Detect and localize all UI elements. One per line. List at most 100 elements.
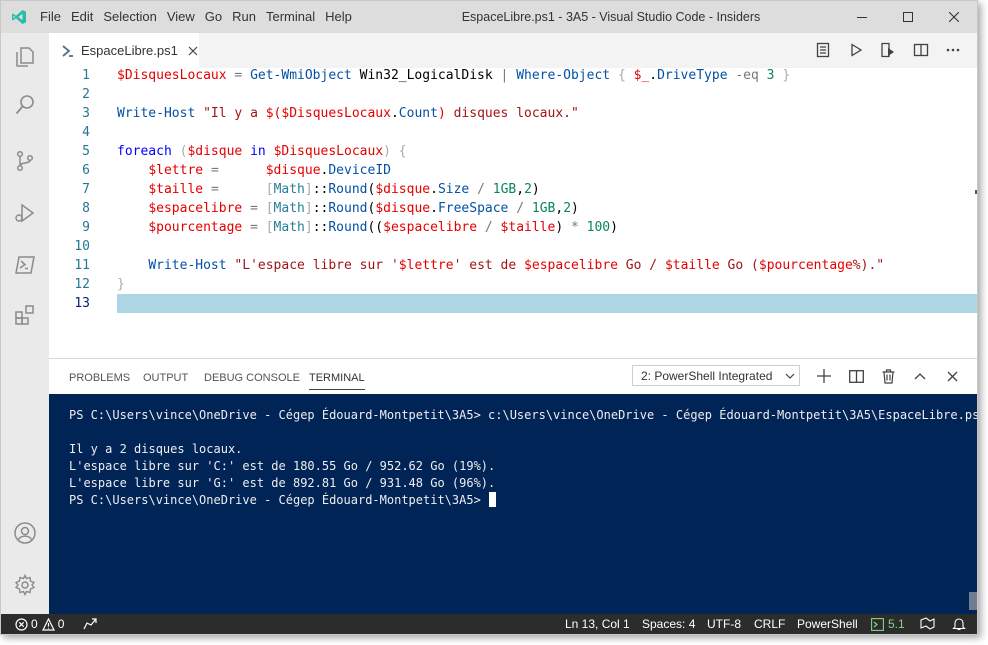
- line-number: 8: [82, 201, 90, 216]
- encoding[interactable]: UTF-8: [707, 614, 741, 634]
- code-text: Write-Host "L'espace libre sur '$lettre'…: [148, 258, 885, 273]
- powershell-file-icon: [61, 44, 75, 58]
- extensions-button[interactable]: [1, 291, 49, 339]
- explorer-button[interactable]: [1, 33, 49, 81]
- run-selection-icon: [881, 42, 894, 58]
- menu-bar: File Edit Selection View Go Run Terminal…: [35, 1, 357, 33]
- manage-button[interactable]: [1, 561, 49, 609]
- powershell-button[interactable]: [1, 241, 49, 289]
- code-text: }: [117, 277, 125, 292]
- menu-help[interactable]: Help: [320, 1, 357, 33]
- more-actions-button[interactable]: [942, 39, 964, 61]
- line-number: 1: [82, 68, 90, 83]
- terminal-prompt-line: PS C:\Users\vince\OneDrive - Cégep Édoua…: [69, 492, 497, 509]
- title-bar: File Edit Selection View Go Run Terminal…: [1, 1, 977, 33]
- notifications-button[interactable]: [952, 614, 966, 634]
- code-line: 8 $espacelibre = [Math]::Round($disque.F…: [49, 199, 977, 218]
- powershell-version-badge[interactable]: 5.1: [871, 617, 905, 631]
- menu-go[interactable]: Go: [200, 1, 227, 33]
- document-icon: [816, 42, 830, 58]
- menu-selection[interactable]: Selection: [98, 1, 161, 33]
- code-line: 4: [49, 123, 977, 142]
- terminal-line: L'espace libre sur 'C:' est de 180.55 Go…: [69, 459, 496, 473]
- run-debug-button[interactable]: [1, 189, 49, 237]
- status-bar: 0 0 Ln 13, Col 1 Spaces: 4 UTF-8 CRLF Po…: [1, 614, 977, 634]
- tab-output[interactable]: OUTPUT: [143, 359, 188, 394]
- code-line: 2: [49, 85, 977, 104]
- plus-icon: [817, 369, 831, 383]
- files-icon: [16, 47, 34, 67]
- code-text: $taille = [Math]::Round($disque.Size / 1…: [148, 182, 540, 197]
- tab-terminal[interactable]: TERMINAL: [309, 359, 365, 390]
- close-panel-button[interactable]: [943, 367, 961, 385]
- line-ending[interactable]: CRLF: [754, 614, 785, 634]
- warning-icon: [41, 617, 55, 631]
- code-editor[interactable]: 1 $DisquesLocaux = Get-WmiObject Win32_Lo…: [49, 68, 977, 358]
- terminal-view[interactable]: PS C:\Users\vince\OneDrive - Cégep Édoua…: [49, 394, 977, 614]
- maximize-panel-button[interactable]: [911, 367, 929, 385]
- code-text: $lettre = $disque.DeviceID: [148, 163, 391, 178]
- live-share-button[interactable]: [83, 614, 97, 634]
- cursor-position[interactable]: Ln 13, Col 1: [565, 614, 630, 634]
- vscode-insiders-logo-icon[interactable]: [11, 9, 27, 25]
- code-line: 5 foreach ($disque in $DisquesLocaux) {: [49, 142, 977, 161]
- code-text: $DisquesLocaux = Get-WmiObject Win32_Log…: [117, 68, 791, 83]
- language-mode[interactable]: PowerShell: [797, 614, 858, 634]
- line-number: 6: [82, 163, 90, 178]
- vscode-window: File Edit Selection View Go Run Terminal…: [0, 0, 978, 635]
- activity-bar: [1, 33, 49, 614]
- tab-problems[interactable]: PROBLEMS: [69, 359, 130, 394]
- run-selection-button[interactable]: [877, 39, 899, 61]
- kill-terminal-button[interactable]: [879, 367, 897, 385]
- menu-run[interactable]: Run: [227, 1, 261, 33]
- source-control-icon: [16, 150, 34, 172]
- source-control-button[interactable]: [1, 137, 49, 185]
- line-number: 5: [82, 144, 90, 159]
- extensions-icon: [15, 305, 34, 325]
- split-terminal-icon: [848, 369, 864, 383]
- account-icon: [14, 522, 36, 544]
- play-icon: [851, 43, 863, 57]
- menu-file[interactable]: File: [35, 1, 66, 33]
- live-share-icon: [83, 618, 97, 630]
- search-button[interactable]: [1, 81, 49, 129]
- menu-edit[interactable]: Edit: [66, 1, 98, 33]
- window-title: EspaceLibre.ps1 - 3A5 - Visual Studio Co…: [461, 10, 761, 24]
- split-terminal-button[interactable]: [847, 367, 865, 385]
- tab-espacelibre[interactable]: EspaceLibre.ps1: [49, 33, 199, 68]
- warning-count: 0: [57, 616, 65, 631]
- problems-status[interactable]: 0 0: [15, 614, 64, 634]
- panel-header: PROBLEMS OUTPUT DEBUG CONSOLE TERMINAL 2…: [49, 359, 977, 394]
- maximize-button[interactable]: [885, 1, 931, 33]
- show-preview-button[interactable]: [812, 39, 834, 61]
- trash-icon: [882, 368, 894, 384]
- menu-terminal[interactable]: Terminal: [261, 1, 320, 33]
- accounts-button[interactable]: [1, 509, 49, 557]
- gear-icon: [14, 573, 36, 597]
- run-debug-icon: [15, 203, 35, 223]
- code-line: 6 $lettre = $disque.DeviceID: [49, 161, 977, 180]
- line-number: 13: [74, 296, 90, 311]
- minimize-icon: [857, 17, 867, 18]
- line-number: 11: [74, 258, 90, 273]
- close-window-button[interactable]: [931, 1, 977, 33]
- line-number: 4: [82, 125, 90, 140]
- menu-view[interactable]: View: [162, 1, 200, 33]
- split-editor-button[interactable]: [910, 39, 932, 61]
- line-number: 7: [82, 182, 90, 197]
- code-text: Write-Host "Il y a $($DisquesLocaux.Coun…: [117, 106, 579, 121]
- code-line: 12}: [49, 275, 977, 294]
- terminal-cursor: [489, 492, 497, 507]
- minimize-button[interactable]: [839, 1, 885, 33]
- new-terminal-button[interactable]: [815, 367, 833, 385]
- feedback-button[interactable]: [920, 614, 935, 634]
- indentation[interactable]: Spaces: 4: [642, 614, 695, 634]
- tab-close-icon[interactable]: [188, 46, 198, 56]
- line-number: 2: [82, 87, 90, 102]
- terminal-select[interactable]: 2: PowerShell Integrated: [632, 365, 800, 386]
- terminal-scrollbar[interactable]: [969, 592, 977, 610]
- run-file-button[interactable]: [845, 39, 867, 61]
- close-icon: [949, 12, 959, 22]
- tab-debug-console[interactable]: DEBUG CONSOLE: [204, 359, 300, 394]
- error-count: 0: [31, 616, 38, 631]
